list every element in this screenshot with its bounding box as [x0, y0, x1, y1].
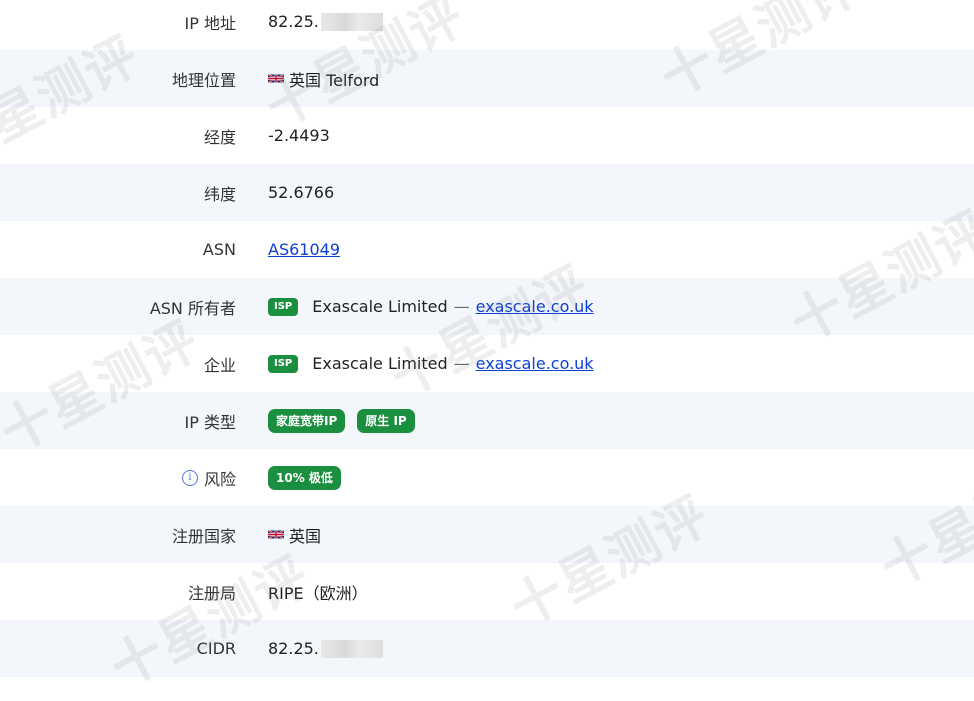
row-label: 经度 — [203, 127, 236, 147]
row-asn: ASN AS61049 — [0, 221, 974, 278]
row-location: 地理位置 英国 Telford — [0, 50, 974, 107]
redacted-blur — [320, 12, 383, 31]
row-reg-country: 注册国家 英国 — [0, 506, 974, 563]
owner-domain-link[interactable]: exascale.co.uk — [476, 297, 594, 316]
location-value: 英国 Telford — [289, 70, 380, 90]
ip-type-badge: 家庭宽带IP — [268, 408, 346, 433]
risk-badge: 10% 极低 — [268, 465, 341, 490]
row-longitude: 经度 -2.4493 — [0, 107, 974, 164]
row-label: ASN — [202, 240, 236, 259]
row-label: 注册局 — [187, 583, 236, 603]
ip-address-value: 82.25. — [268, 12, 319, 31]
separator: — — [453, 297, 470, 316]
row-label: 注册国家 — [171, 526, 236, 546]
row-label: ASN 所有者 — [149, 298, 236, 318]
row-registry: 注册局 RIPE（欧洲） — [0, 563, 974, 620]
row-label: IP 地址 — [184, 13, 236, 33]
longitude-value: -2.4493 — [268, 126, 330, 145]
ip-info-table: IP 地址 82.25. 地理位置 英国 Telford 经度 -2.4493 … — [0, 0, 974, 677]
separator: — — [453, 354, 470, 373]
row-label: CIDR — [196, 639, 236, 658]
reg-country-value: 英国 — [289, 526, 322, 546]
asn-link[interactable]: AS61049 — [268, 240, 340, 259]
row-cidr: CIDR 82.25. — [0, 620, 974, 677]
row-ip-type: IP 类型 家庭宽带IP 原生 IP — [0, 392, 974, 449]
row-latitude: 纬度 52.6766 — [0, 164, 974, 221]
row-enterprise: 企业 ISP Exascale Limited — exascale.co.uk — [0, 335, 974, 392]
enterprise-name: Exascale Limited — [312, 354, 448, 373]
redacted-blur — [320, 639, 383, 658]
row-risk: i 风险 10% 极低 — [0, 449, 974, 506]
registry-value: RIPE（欧洲） — [268, 583, 368, 603]
row-label: 纬度 — [203, 184, 236, 204]
latitude-value: 52.6766 — [268, 183, 335, 202]
owner-name: Exascale Limited — [312, 297, 448, 316]
isp-badge: ISP — [268, 297, 299, 316]
row-label: 地理位置 — [171, 70, 236, 90]
row-label: IP 类型 — [184, 412, 236, 432]
uk-flag-icon — [268, 73, 284, 84]
info-icon[interactable]: i — [181, 469, 198, 486]
row-label: 企业 — [203, 355, 236, 375]
row-ip-address: IP 地址 82.25. — [0, 0, 974, 50]
enterprise-domain-link[interactable]: exascale.co.uk — [476, 354, 594, 373]
ip-type-badge: 原生 IP — [357, 408, 415, 433]
isp-badge: ISP — [268, 354, 299, 373]
row-label: 风险 — [203, 469, 236, 489]
cidr-value: 82.25. — [268, 639, 319, 658]
row-asn-owner: ASN 所有者 ISP Exascale Limited — exascale.… — [0, 278, 974, 335]
uk-flag-icon — [268, 529, 284, 540]
